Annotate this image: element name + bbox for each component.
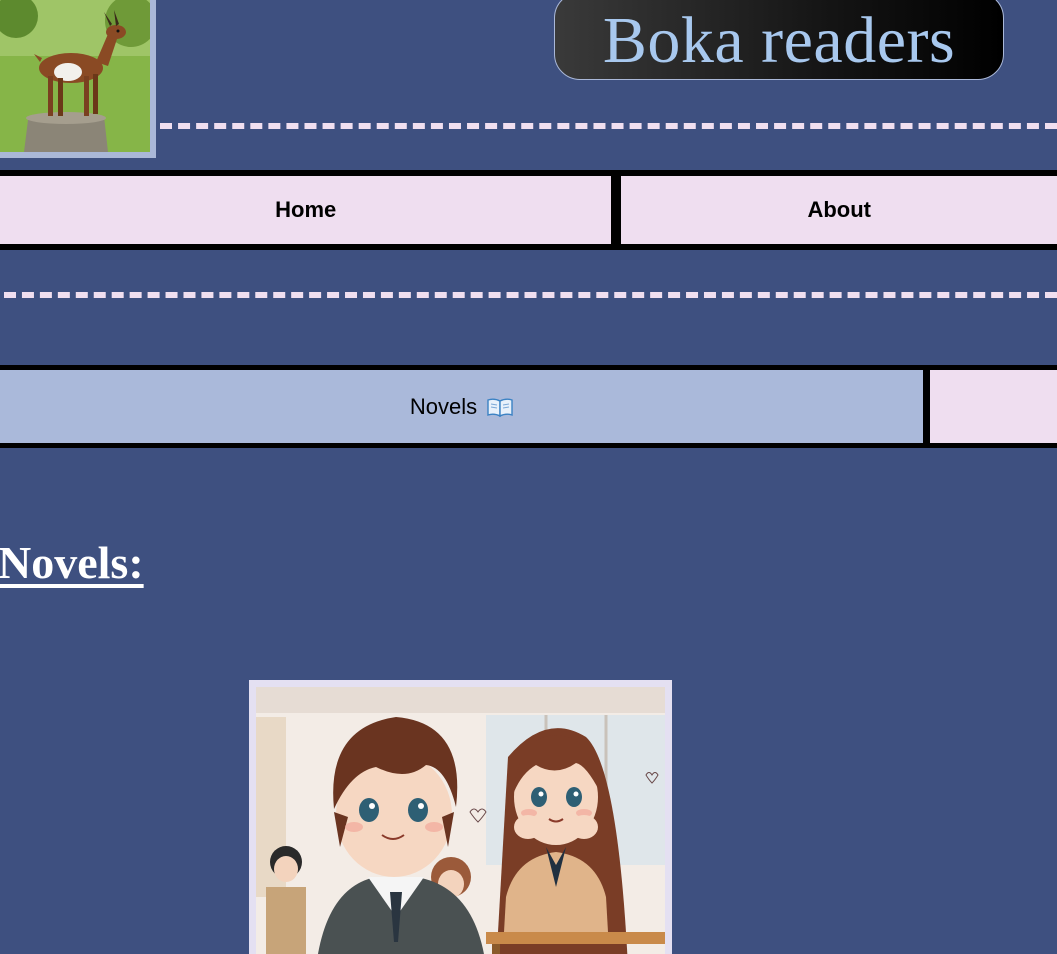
main-nav: Home About — [0, 170, 1057, 250]
category-tabs: Novels — [0, 365, 1057, 448]
page: Boka readers Home About Novels Novels: — [0, 0, 1057, 954]
tab-novels[interactable]: Novels — [0, 365, 928, 448]
section-heading: Novels: — [0, 537, 144, 588]
tab-secondary[interactable] — [928, 365, 1057, 448]
anime-novel-cover-image — [256, 687, 665, 954]
open-book-icon — [487, 396, 513, 418]
nav-home-link[interactable]: Home — [0, 176, 612, 244]
site-logo[interactable] — [0, 0, 156, 158]
site-title: Boka readers — [554, 0, 1004, 80]
goat-logo-icon — [0, 0, 150, 152]
novel-cover[interactable] — [249, 680, 672, 954]
header-divider — [160, 123, 1057, 129]
nav-about-link[interactable]: About — [621, 176, 1057, 244]
tab-novels-label: Novels — [409, 393, 478, 419]
nav-divider — [4, 292, 1057, 298]
